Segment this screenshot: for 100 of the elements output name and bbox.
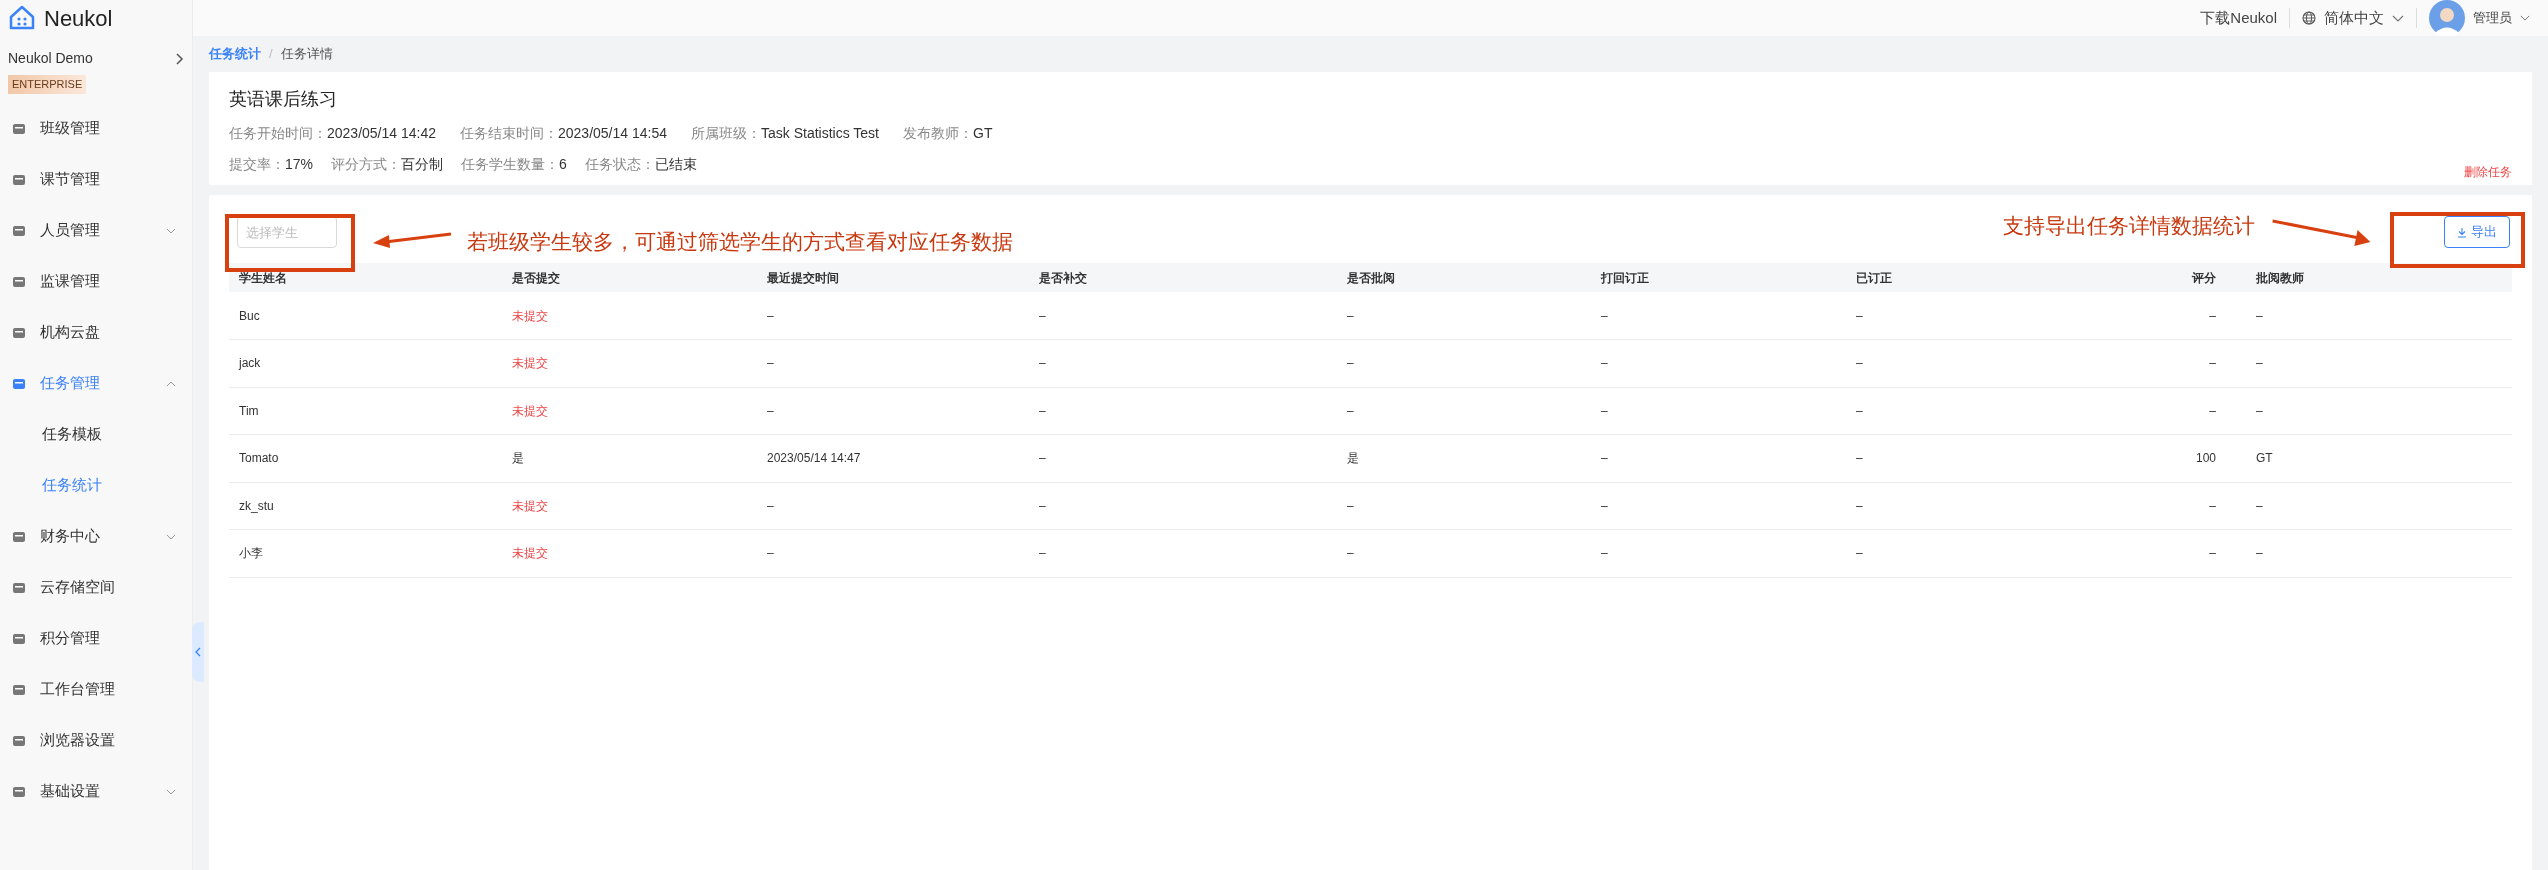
- table-cell: –: [1029, 482, 1337, 530]
- menu-icon: [12, 376, 26, 391]
- breadcrumb-separator: /: [269, 45, 273, 64]
- plan-badge: ENTERPRISE: [8, 75, 87, 94]
- menu-icon: [12, 580, 26, 595]
- column-header: 最近提交时间: [757, 263, 1029, 292]
- task-title: 英语课后练习: [229, 88, 338, 111]
- table-cell: –: [757, 339, 1029, 387]
- logo-icon: [8, 4, 36, 32]
- field-value: GT: [973, 124, 993, 143]
- export-button[interactable]: 导出: [2444, 216, 2510, 248]
- table-cell: –: [1337, 292, 1591, 340]
- table-cell: 2023/05/14 14:47: [757, 434, 1029, 482]
- chevron-down-icon: [166, 533, 176, 540]
- table-cell: Tim: [229, 387, 502, 435]
- table-cell: –: [1029, 434, 1337, 482]
- table-cell: –: [1029, 529, 1337, 577]
- table-cell: GT: [2246, 434, 2512, 482]
- table-cell: –: [2126, 339, 2246, 387]
- table-cell: 是: [502, 434, 757, 482]
- column-header: 是否补交: [1029, 263, 1337, 292]
- menu-icon: [12, 274, 26, 289]
- annotation-text: 支持导出任务详情数据统计: [2003, 213, 2255, 239]
- student-select-field[interactable]: 选择学生: [237, 216, 337, 248]
- chevron-down-icon: [2520, 15, 2530, 21]
- sidebar-item[interactable]: 基础设置: [0, 766, 192, 817]
- sidebar-item[interactable]: 人员管理: [0, 205, 192, 256]
- table-cell: –: [2126, 482, 2246, 530]
- chevron-down-icon: [166, 788, 176, 795]
- field-label: 所属班级：: [691, 124, 761, 143]
- sidebar-item[interactable]: 机构云盘: [0, 307, 192, 358]
- table-cell: –: [1337, 339, 1591, 387]
- menu-icon: [12, 733, 26, 748]
- table-cell: –: [757, 292, 1029, 340]
- language-selector[interactable]: 简体中文: [2290, 6, 2416, 30]
- sidebar-item[interactable]: 监课管理: [0, 256, 192, 307]
- column-header: 打回订正: [1591, 263, 1846, 292]
- table-cell: Buc: [229, 292, 502, 340]
- field-value: 17%: [285, 155, 314, 174]
- table-cell: –: [2246, 292, 2512, 340]
- table-cell: –: [1846, 292, 2126, 340]
- table-cell: –: [1591, 339, 1846, 387]
- submenu-item[interactable]: 任务模板: [0, 409, 192, 460]
- sidebar-item[interactable]: 积分管理: [0, 613, 192, 664]
- chevron-down-icon: [2392, 14, 2404, 22]
- table-cell: –: [1337, 482, 1591, 530]
- field-label: 任务结束时间：: [460, 124, 558, 143]
- sidebar-item[interactable]: 工作台管理: [0, 664, 192, 715]
- table-cell: –: [1591, 482, 1846, 530]
- sidebar-item[interactable]: 浏览器设置: [0, 715, 192, 766]
- sidebar-item[interactable]: 财务中心: [0, 511, 192, 562]
- sidebar-item[interactable]: 课节管理: [0, 154, 192, 205]
- delete-task-link[interactable]: 删除任务: [2464, 163, 2512, 181]
- table-cell: 未提交: [502, 482, 757, 530]
- column-header: 评分: [2126, 263, 2246, 292]
- table-cell: –: [2126, 387, 2246, 435]
- download-icon: [2457, 226, 2467, 238]
- table-cell: 未提交: [502, 387, 757, 435]
- table-cell: –: [1337, 529, 1591, 577]
- table-cell: –: [757, 529, 1029, 577]
- field-value: 6: [559, 155, 567, 174]
- field-label: 评分方式：: [331, 155, 402, 174]
- menu-icon: [12, 682, 26, 697]
- field-value: 2023/05/14 14:42: [327, 124, 436, 143]
- menu-icon: [12, 325, 26, 340]
- menu-icon: [12, 121, 26, 136]
- field-label: 任务状态：: [584, 155, 655, 174]
- sidebar-item[interactable]: 云存储空间: [0, 562, 192, 613]
- chevron-down-icon: [166, 227, 176, 234]
- table-cell: –: [1846, 434, 2126, 482]
- field-value: Task Statistics Test: [761, 124, 879, 143]
- table-cell: –: [757, 482, 1029, 530]
- table-cell: –: [1846, 339, 2126, 387]
- table-cell: –: [1846, 482, 2126, 530]
- table-cell: Tomato: [229, 434, 502, 482]
- menu-icon: [12, 631, 26, 646]
- table-cell: –: [2126, 292, 2246, 340]
- table-cell: 未提交: [502, 292, 757, 340]
- breadcrumb-link[interactable]: 任务详情: [280, 44, 333, 64]
- user-menu[interactable]: 管理员: [2417, 0, 2530, 36]
- table-cell: –: [1591, 292, 1846, 340]
- table-cell: –: [2246, 339, 2512, 387]
- submenu-item[interactable]: 任务统计: [0, 460, 192, 511]
- field-value: 2023/05/14 14:54: [558, 124, 667, 143]
- chevron-right-icon[interactable]: [176, 52, 184, 65]
- organization-name[interactable]: Neukol Demo: [8, 48, 93, 69]
- table-cell: –: [1591, 387, 1846, 435]
- table-cell: zk_stu: [229, 482, 502, 530]
- table-cell: –: [1337, 387, 1591, 435]
- chevron-left-icon: [195, 647, 201, 657]
- table-cell: –: [1591, 434, 1846, 482]
- field-value: 百分制: [401, 155, 444, 174]
- table-cell: –: [1029, 387, 1337, 435]
- sidebar-item[interactable]: 班级管理: [0, 103, 192, 154]
- chevron-up-icon: [166, 380, 176, 387]
- table-cell: –: [1591, 529, 1846, 577]
- table-cell: –: [1029, 339, 1337, 387]
- sidebar-item[interactable]: 任务管理: [0, 358, 192, 409]
- column-header: 是否提交: [502, 263, 757, 292]
- download-link[interactable]: 下载Neukol: [2188, 6, 2289, 30]
